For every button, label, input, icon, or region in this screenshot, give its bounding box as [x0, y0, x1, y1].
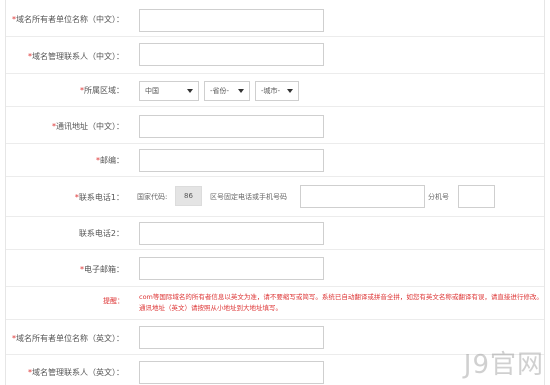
watermark-logo: J9官网	[463, 350, 544, 380]
contact-en-label: *域名管理联系人（英文）：	[28, 368, 124, 377]
row-phone1: *联系电话1： 国家代码: 86 区号固定电话或手机号码 分机号	[6, 177, 544, 217]
email-label: *电子邮箱：	[80, 265, 124, 274]
row-region: *所属区域： 中国 -省份- -城市-	[6, 74, 544, 107]
org-en-input[interactable]	[139, 326, 324, 349]
contact-cn-label: *域名管理联系人（中文）：	[28, 52, 124, 61]
chevron-down-icon	[187, 89, 193, 93]
contact-cn-input[interactable]	[139, 43, 324, 66]
row-phone2: 联系电话2：	[6, 217, 544, 250]
address-cn-label: *通讯地址（中文）：	[52, 122, 124, 131]
ext-label: 分机号	[428, 193, 449, 201]
row-address-cn: *通讯地址（中文）：	[6, 107, 544, 144]
country-code-label: 国家代码:	[137, 193, 168, 201]
chevron-down-icon	[238, 89, 244, 93]
address-cn-input[interactable]	[139, 115, 324, 138]
country-code-field: 86	[175, 186, 202, 206]
row-contact-cn: *域名管理联系人（中文）：	[6, 37, 544, 74]
zip-label: *邮编：	[96, 156, 124, 165]
contact-en-input[interactable]	[139, 361, 324, 384]
ext-input[interactable]	[458, 185, 495, 208]
zip-input[interactable]	[139, 149, 324, 172]
row-email: *电子邮箱：	[6, 250, 544, 287]
row-zip: *邮编：	[6, 144, 544, 177]
org-cn-input[interactable]	[139, 9, 324, 32]
org-cn-label: *域名所有者单位名称（中文）：	[12, 15, 124, 24]
row-org-cn: *域名所有者单位名称（中文）：	[6, 0, 544, 37]
row-notice: 提醒： com等国际域名的所有者信息以英文为准，请不要缩写或简写。系统已自动翻译…	[6, 287, 544, 320]
registration-form: *域名所有者单位名称（中文）： *域名管理联系人（中文）： *所属区域： 中国 …	[5, 0, 545, 385]
org-en-label: *域名所有者单位名称（英文）：	[12, 334, 124, 343]
phone2-label: 联系电话2：	[78, 229, 124, 238]
phone2-input[interactable]	[139, 222, 324, 245]
email-input[interactable]	[139, 257, 324, 280]
country-select[interactable]: 中国	[139, 81, 199, 101]
region-label: *所属区域：	[80, 86, 124, 95]
area-code-label: 区号固定电话或手机号码	[210, 193, 287, 201]
notice-text: com等国际域名的所有者信息以英文为准，请不要缩写或简写。系统已自动翻译或拼音全…	[139, 293, 543, 312]
city-select[interactable]: -城市-	[255, 81, 299, 101]
phone1-input[interactable]	[300, 185, 425, 208]
phone1-label: *联系电话1：	[74, 193, 124, 202]
province-select[interactable]: -省份-	[204, 81, 250, 101]
notice-label: 提醒：	[103, 297, 124, 305]
chevron-down-icon	[287, 89, 293, 93]
